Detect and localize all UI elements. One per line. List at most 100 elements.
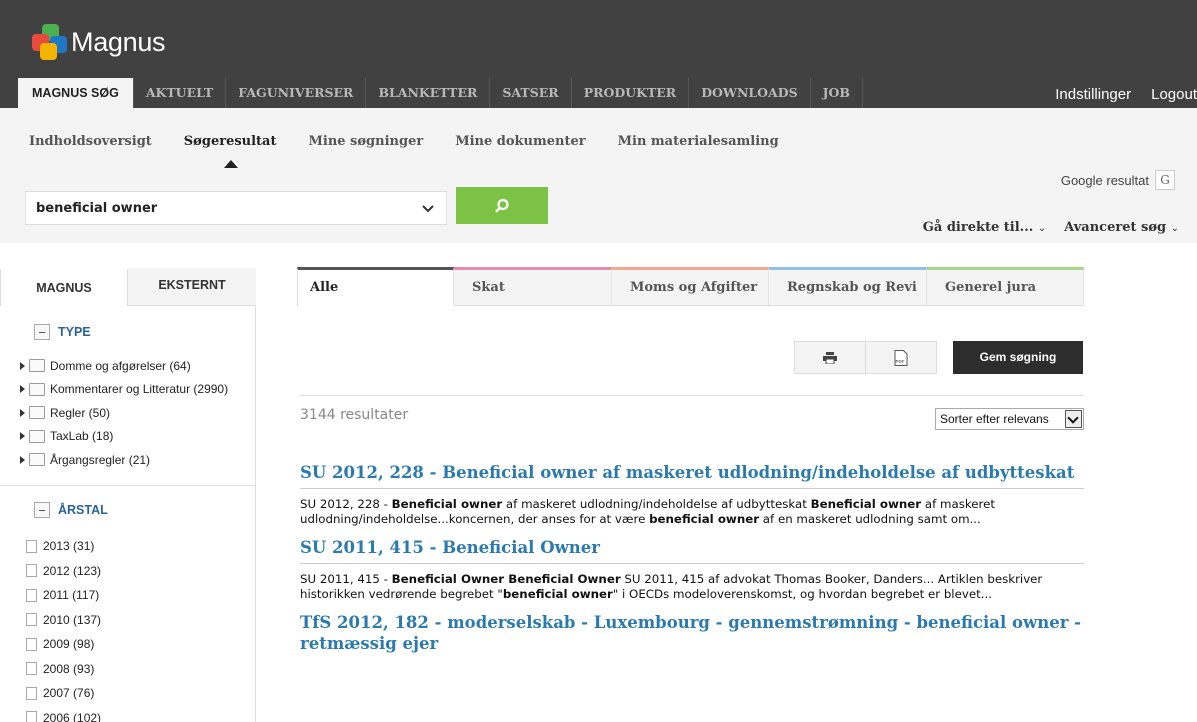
subnav-min-materialesamling[interactable]: Min materialesamling (618, 134, 779, 149)
result-title[interactable]: SU 2011, 415 - Beneficial Owner (300, 537, 1084, 558)
filter-year-item[interactable]: 2007 (76) (0, 681, 255, 706)
svg-text:PDF: PDF (896, 359, 905, 364)
document-icon (26, 711, 37, 722)
nav-tab-aktuelt[interactable]: AKTUELT (134, 78, 227, 108)
filter-type-item[interactable]: Regler (50) (0, 401, 256, 425)
search-area: Google resultat G Gå direkte til... ⌄ Av… (0, 168, 1197, 243)
search-icon (495, 198, 509, 213)
logout-link[interactable]: Logout (1151, 86, 1197, 103)
result-item: SU 2011, 415 - Beneficial Owner SU 2011,… (300, 537, 1084, 602)
results-list: SU 2012, 228 - Beneficial owner af maske… (300, 462, 1084, 654)
folder-icon (29, 453, 45, 467)
sort-select[interactable]: Sorter efter relevans (935, 408, 1084, 430)
document-icon (26, 662, 37, 676)
document-icon (26, 564, 37, 578)
filter-type-item[interactable]: TaxLab (18) (0, 425, 256, 449)
expand-arrow-icon[interactable] (20, 432, 25, 441)
nav-tab-produkter[interactable]: PRODUKTER (572, 78, 690, 108)
document-icon (26, 637, 37, 651)
print-button[interactable] (794, 341, 866, 374)
document-icon (26, 539, 37, 553)
tab-regnskab-og-revision[interactable]: Regnskab og Revi (769, 267, 927, 306)
tab-alle[interactable]: Alle (297, 267, 454, 306)
subnav-sogeresultat[interactable]: Søgeresultat (184, 134, 277, 149)
filter-type-item[interactable]: Domme og afgørelser (64) (0, 354, 256, 378)
result-count: 3144 resultater (300, 407, 409, 423)
tab-moms-og-afgifter[interactable]: Moms og Afgifter (612, 267, 769, 306)
nav-tab-satser[interactable]: SATSER (490, 78, 572, 108)
top-header: Magnus MAGNUS SØG AKTUELT FAGUNIVERSER B… (0, 0, 1197, 108)
nav-tab-magnus-sog[interactable]: MAGNUS SØG (18, 78, 134, 108)
settings-link[interactable]: Indstillinger (1055, 86, 1131, 103)
search-history-dropdown[interactable] (422, 202, 434, 216)
result-snippet: SU 2012, 228 - Beneficial owner af maske… (300, 497, 995, 526)
goto-dropdown[interactable]: Gå direkte til... ⌄ (923, 220, 1046, 235)
pdf-icon: PDF (894, 349, 908, 366)
nav-tab-blanketter[interactable]: BLANKETTER (366, 78, 491, 108)
subnav-mine-sogninger[interactable]: Mine søgninger (308, 134, 423, 149)
divider (299, 395, 1084, 396)
filter-year-item[interactable]: 2012 (123) (0, 559, 255, 584)
result-title[interactable]: TfS 2012, 182 - moderselskab - Luxembour… (300, 612, 1084, 654)
nav-tab-faguniverser[interactable]: FAGUNIVERSER (226, 78, 367, 108)
type-section-header[interactable]: TYPE (34, 322, 255, 342)
sort-select-value: Sorter efter relevans (940, 412, 1049, 426)
collapse-icon[interactable] (34, 324, 50, 340)
google-icon: G (1155, 170, 1175, 190)
magnus-logo-icon (32, 24, 68, 60)
user-links: Indstillinger Logout (1055, 86, 1197, 103)
folder-icon (29, 406, 45, 420)
document-icon (26, 588, 37, 602)
filter-year-item[interactable]: 2013 (31) (0, 534, 255, 559)
sub-nav: Indholdsoversigt Søgeresultat Mine søgni… (0, 108, 1197, 168)
filter-year-item[interactable]: 2010 (137) (0, 608, 255, 633)
nav-tab-downloads[interactable]: DOWNLOADS (689, 78, 811, 108)
google-results-link[interactable]: Google resultat G (1061, 170, 1175, 190)
divider (300, 488, 1084, 489)
nav-tab-job[interactable]: JOB (811, 78, 863, 108)
subnav-indholdsoversigt[interactable]: Indholdsoversigt (29, 134, 152, 149)
search-box (25, 191, 447, 225)
tab-skat[interactable]: Skat (454, 267, 612, 306)
subnav-mine-dokumenter[interactable]: Mine dokumenter (455, 134, 585, 149)
brand-logo[interactable]: Magnus (32, 22, 166, 62)
expand-arrow-icon[interactable] (20, 455, 25, 464)
folder-icon (29, 429, 45, 443)
filter-year-item[interactable]: 2009 (98) (0, 632, 255, 657)
filter-type-item[interactable]: Årgangsregler (21) (0, 448, 256, 472)
google-results-label: Google resultat (1060, 172, 1149, 188)
search-options: Gå direkte til... ⌄ Avanceret søg ⌄ (923, 220, 1179, 235)
expand-arrow-icon[interactable] (20, 408, 25, 417)
expand-arrow-icon[interactable] (20, 361, 25, 370)
result-snippet: SU 2011, 415 - Beneficial Owner Benefici… (300, 572, 1043, 601)
collapse-icon[interactable] (34, 502, 50, 518)
document-icon (26, 613, 37, 627)
filter-year-item[interactable]: 2008 (93) (0, 657, 255, 682)
filter-year-item[interactable]: 2006 (102) (0, 706, 255, 722)
filter-year-item[interactable]: 2011 (117) (0, 583, 255, 608)
chevron-down-icon: ⌄ (1037, 223, 1047, 234)
year-section-header[interactable]: ÅRSTAL (34, 500, 255, 520)
print-icon (823, 351, 837, 364)
sidebar-tab-eksternt[interactable]: EKSTERNT (128, 268, 256, 306)
filter-type-item[interactable]: Kommentarer og Litteratur (2990) (0, 378, 256, 402)
result-item: TfS 2012, 182 - moderselskab - Luxembour… (300, 612, 1084, 654)
chevron-down-icon: ⌄ (1170, 223, 1179, 234)
section-divider (0, 485, 255, 486)
chevron-down-icon[interactable] (1065, 410, 1082, 428)
result-title[interactable]: SU 2012, 228 - Beneficial owner af maske… (300, 462, 1084, 483)
expand-arrow-icon[interactable] (20, 385, 25, 394)
main-nav: MAGNUS SØG AKTUELT FAGUNIVERSER BLANKETT… (18, 78, 863, 108)
tab-generel-jura[interactable]: Generel jura (927, 267, 1084, 306)
advanced-search-dropdown[interactable]: Avanceret søg ⌄ (1064, 220, 1179, 235)
pdf-button[interactable]: PDF (865, 341, 937, 374)
save-search-button[interactable]: Gem søgning (953, 341, 1083, 374)
search-button[interactable] (456, 187, 548, 224)
sidebar-tab-magnus[interactable]: MAGNUS (0, 268, 128, 306)
brand-name: Magnus (71, 26, 166, 57)
result-tools: PDF Gem søgning (794, 341, 1083, 374)
search-input[interactable] (26, 192, 406, 224)
result-item: SU 2012, 228 - Beneficial owner af maske… (300, 462, 1084, 527)
folder-icon (29, 382, 45, 396)
divider (300, 563, 1084, 564)
